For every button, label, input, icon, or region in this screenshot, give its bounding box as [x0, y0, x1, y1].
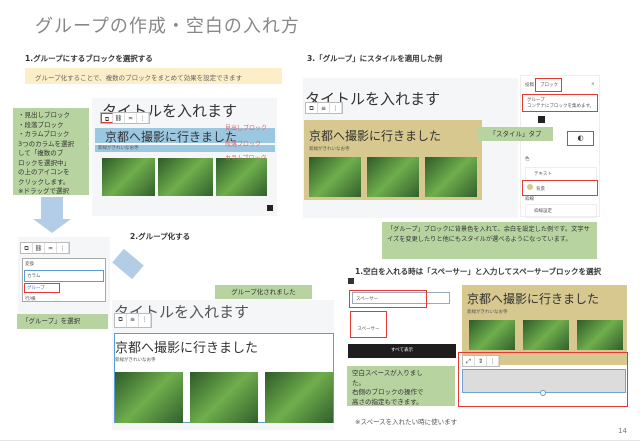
step2-callout: グループ化されました: [215, 285, 312, 299]
editor-screenshot-3: タイトルを入れます ⧉ ≡ ⋮ 京都へ撮影に行きました 新緑がきれいなお寺: [303, 78, 518, 218]
styled-group-block[interactable]: 京都へ撮影に行きました 新緑がきれいなお寺: [304, 120, 482, 200]
border-label: 枠線: [525, 197, 534, 202]
transform-menu-screenshot: ⧉ ⛓ ≍ ⋮ 変換 カラム グループ 行/横: [18, 237, 110, 319]
close-icon[interactable]: ×: [591, 82, 595, 87]
border-option[interactable]: 枠線設定: [525, 204, 597, 218]
add-block-icon[interactable]: [267, 205, 273, 211]
more-icon[interactable]: ⋮: [487, 356, 499, 366]
settings-sidebar: 投稿 ブロック × グループ コンテナにブロックを集めます。 ◐ 色 テキスト …: [520, 75, 600, 218]
step4-note: ※スペースを入れたい時に使います: [355, 418, 458, 426]
footer-divider: [0, 440, 640, 441]
paragraph-block: 新緑がきれいなお寺: [309, 147, 350, 152]
diagonal-arrow: [112, 248, 144, 280]
label-column-block: カラムブロック: [225, 155, 267, 162]
color-label: 色: [525, 157, 530, 162]
photo: [265, 372, 333, 423]
photo: [115, 372, 183, 423]
label-paragraph-block: 段落ブロック: [225, 141, 262, 148]
heading-block: 京都へ撮影に行きました: [115, 341, 259, 356]
editor-screenshot-1: タイトルを入れます ⧉ ⛓ ≍ ⋮ 京都へ撮影に行きました 新緑がきれいなお寺 見出し…: [92, 98, 277, 216]
photo: [216, 158, 267, 196]
block-toolbar: ⧉ ⛓ ≍ ⋮: [20, 242, 70, 254]
photo: [577, 320, 623, 350]
group-block[interactable]: 京都へ撮影に行きました 新緑がきれいなお寺: [114, 333, 334, 423]
resize-handle[interactable]: [540, 390, 546, 396]
style-tab-icon[interactable]: ◐: [567, 131, 594, 146]
photo: [523, 320, 569, 350]
down-arrow: [41, 197, 63, 219]
block-description: コンテナにブロックを集めます。: [527, 104, 595, 109]
more-icon[interactable]: ⋮: [330, 103, 342, 113]
paragraph-block: 新緑がきれいなお寺: [467, 310, 508, 315]
group-icon[interactable]: ⧉: [21, 243, 33, 253]
tab-block[interactable]: ブロック: [535, 78, 562, 92]
spacer-block-item[interactable]: スペーサー: [350, 311, 387, 338]
block-card: グループ コンテナにブロックを集めます。: [522, 94, 598, 112]
color-swatch: [527, 184, 533, 190]
photo: [425, 157, 477, 197]
step4-callout: 空白スペースが入りまし た。 右側のブロックの操作で 高さの指定もできます。: [347, 366, 455, 406]
more-icon[interactable]: ⋮: [57, 243, 69, 253]
paragraph-block: 新緑がきれいなお寺: [115, 358, 156, 363]
align-icon[interactable]: ≍: [45, 243, 57, 253]
heading-block: 京都へ撮影に行きました: [467, 292, 600, 306]
group-icon[interactable]: ⧉: [101, 113, 113, 123]
heading-block: 京都へ撮影に行きました: [309, 129, 442, 143]
move-icon[interactable]: ⇕: [475, 356, 487, 366]
group-toolbar: ⧉ ≡ ⋮: [114, 313, 152, 328]
group-toolbar: ⧉ ≡ ⋮: [305, 102, 343, 114]
spacer-icon[interactable]: ⤢: [463, 356, 475, 366]
menu-callout: 「グループ」を選択: [17, 314, 108, 329]
align-icon[interactable]: ≍: [125, 113, 137, 123]
align-icon[interactable]: ≡: [318, 103, 330, 113]
down-arrow-head: [33, 219, 71, 233]
background-color-option[interactable]: 背景: [522, 180, 598, 196]
step1-banner: グループ化することで、複数のブロックをまとめて効果を設定できます: [25, 68, 282, 84]
spacer-toolbar: ⤢ ⇕ ⋮: [462, 355, 500, 367]
photo: [367, 157, 419, 197]
more-icon[interactable]: ⋮: [137, 113, 149, 123]
text-color-option[interactable]: テキスト: [525, 167, 597, 181]
photo: [190, 372, 258, 423]
search-highlight: [349, 290, 427, 308]
editor-screenshot-2: タイトルを入れます ⧉ ≡ ⋮ 京都へ撮影に行きました 新緑がきれいなお寺: [112, 300, 334, 430]
step1-heading: 1.グループにするブロックを選択する: [25, 54, 153, 63]
step3-heading: 3.「グループ」にスタイルを適用した例: [307, 54, 443, 63]
step1-callout: ・見出しブロック ・段落ブロック ・カラムブロック 3つのカラムを選択 して「複数のブロ…: [13, 108, 89, 195]
block-toolbar: ⧉ ⛓ ≍ ⋮: [100, 112, 150, 124]
more-icon[interactable]: ⋮: [139, 314, 151, 327]
menu-header: 変換: [25, 262, 34, 267]
menu-item-column[interactable]: カラム: [24, 270, 104, 282]
browse-all-button[interactable]: すべて表示: [348, 344, 456, 358]
menu-item-row[interactable]: 行/横: [23, 294, 105, 304]
settings-icon[interactable]: [538, 116, 545, 123]
link-icon[interactable]: ⛓: [33, 243, 45, 253]
link-icon[interactable]: ⛓: [113, 113, 125, 123]
tab-post[interactable]: 投稿: [525, 82, 534, 88]
step4-heading: 1.空白を入れる時は「スペーサー」と入力してスペーサーブロックを選択: [355, 267, 602, 276]
transform-dropdown: 変換 カラム グループ 行/横: [22, 258, 106, 302]
photo: [469, 320, 515, 350]
align-icon[interactable]: ≡: [127, 314, 139, 327]
photo: [309, 157, 361, 197]
menu-item-group[interactable]: グループ: [24, 283, 60, 293]
step3-callout: 「グループ」ブロックに背景色を入れて、余白を設定した例です。文字サイズを変更した…: [382, 222, 597, 259]
inserter-icon[interactable]: [348, 278, 354, 284]
group-icon[interactable]: ⧉: [115, 314, 127, 327]
photo: [158, 158, 213, 196]
block-inserter-panel: スペーサー スペーサー すべて表示: [348, 288, 456, 360]
label-heading-block: 見出しブロック: [225, 125, 268, 132]
style-tab-callout: 「スタイル」タブ: [478, 127, 553, 141]
slide-title: グループの作成・空白の入れ方: [35, 16, 300, 37]
step2-heading: 2.グループ化する: [130, 232, 191, 241]
group-icon[interactable]: ⧉: [306, 103, 318, 113]
photo: [102, 158, 155, 196]
page-number: 14: [618, 427, 627, 435]
